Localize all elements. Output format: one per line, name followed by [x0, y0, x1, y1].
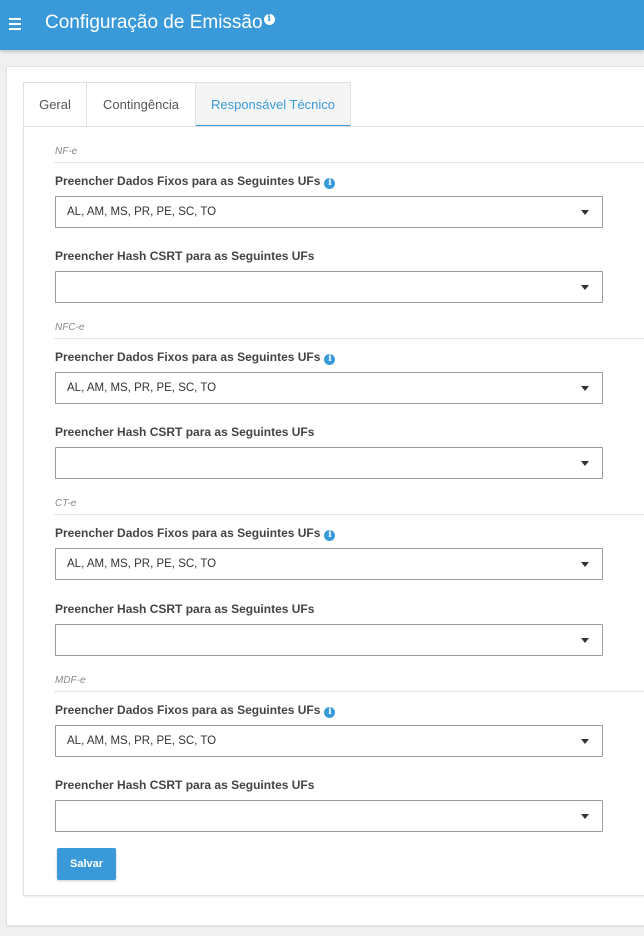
select-value: AL, AM, MS, PR, PE, SC, TO	[67, 735, 217, 747]
caret-down-icon	[581, 210, 589, 215]
info-icon[interactable]: i	[324, 530, 336, 541]
fixed-data-label-text: Preencher Dados Fixos para as Seguintes …	[55, 174, 321, 188]
select-value: AL, AM, MS, PR, PE, SC, TO	[67, 558, 217, 570]
section-title-cte: CT-e	[55, 498, 77, 509]
caret-down-icon	[581, 638, 589, 643]
fixed-data-label: Preencher Dados Fixos para as Seguintes …	[55, 350, 336, 365]
tab-contingencia[interactable]: Contingência	[86, 82, 196, 127]
nfce-fixed-data-select[interactable]: AL, AM, MS, PR, PE, SC, TO	[55, 372, 603, 404]
fixed-data-label-text: Preencher Dados Fixos para as Seguintes …	[55, 350, 321, 364]
page-title-text: Configuração de Emissão	[45, 12, 263, 33]
page-title: Configuração de Emissão i	[45, 12, 275, 34]
section-title-nfce: NFC-e	[55, 322, 85, 333]
nfe-hash-csrt-select[interactable]	[55, 271, 603, 303]
info-icon[interactable]: i	[263, 14, 275, 25]
fixed-data-label: Preencher Dados Fixos para as Seguintes …	[55, 703, 336, 718]
caret-down-icon	[581, 814, 589, 819]
section-title-mdfe: MDF-e	[55, 675, 86, 686]
mdfe-hash-csrt-select[interactable]	[55, 800, 603, 832]
save-button[interactable]: Salvar	[57, 848, 116, 880]
select-value: AL, AM, MS, PR, PE, SC, TO	[67, 382, 217, 394]
caret-down-icon	[581, 285, 589, 290]
fixed-data-label: Preencher Dados Fixos para as Seguintes …	[55, 526, 336, 541]
tab-geral[interactable]: Geral	[23, 82, 87, 127]
select-value: AL, AM, MS, PR, PE, SC, TO	[67, 206, 217, 218]
caret-down-icon	[581, 562, 589, 567]
fixed-data-label-text: Preencher Dados Fixos para as Seguintes …	[55, 703, 321, 717]
section-divider	[54, 514, 644, 515]
cte-fixed-data-select[interactable]: AL, AM, MS, PR, PE, SC, TO	[55, 548, 603, 580]
cte-hash-csrt-select[interactable]	[55, 624, 603, 656]
section-divider	[54, 162, 644, 163]
hash-csrt-label: Preencher Hash CSRT para as Seguintes UF…	[55, 778, 315, 792]
info-icon[interactable]: i	[324, 178, 336, 189]
section-title-nfe: NF-e	[55, 146, 78, 157]
section-divider	[54, 691, 644, 692]
caret-down-icon	[581, 386, 589, 391]
hash-csrt-label: Preencher Hash CSRT para as Seguintes UF…	[55, 425, 315, 439]
fixed-data-label: Preencher Dados Fixos para as Seguintes …	[55, 174, 336, 189]
nfe-fixed-data-select[interactable]: AL, AM, MS, PR, PE, SC, TO	[55, 196, 603, 228]
fixed-data-label-text: Preencher Dados Fixos para as Seguintes …	[55, 526, 321, 540]
menu-icon[interactable]	[9, 17, 22, 30]
mdfe-fixed-data-select[interactable]: AL, AM, MS, PR, PE, SC, TO	[55, 725, 603, 757]
app-header: Configuração de Emissão i	[0, 0, 644, 50]
tab-responsavel-tecnico[interactable]: Responsável Técnico	[195, 82, 351, 127]
settings-card: Geral Contingência Responsável Técnico N…	[6, 66, 644, 926]
info-icon[interactable]: i	[324, 707, 336, 718]
tab-panel: NF-e Preencher Dados Fixos para as Segui…	[23, 126, 644, 896]
hash-csrt-label: Preencher Hash CSRT para as Seguintes UF…	[55, 249, 315, 263]
caret-down-icon	[581, 739, 589, 744]
caret-down-icon	[581, 461, 589, 466]
info-icon[interactable]: i	[324, 354, 336, 365]
hash-csrt-label: Preencher Hash CSRT para as Seguintes UF…	[55, 602, 315, 616]
section-divider	[54, 338, 644, 339]
nfce-hash-csrt-select[interactable]	[55, 447, 603, 479]
